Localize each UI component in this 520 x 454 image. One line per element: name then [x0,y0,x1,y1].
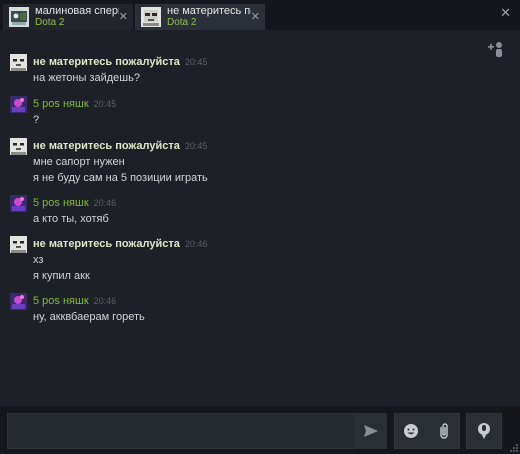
sender-name[interactable]: не материтесь пожалуйста [33,56,180,68]
window-close-button[interactable]: ✕ [500,5,511,21]
sender-name[interactable]: 5 pos няшк [33,295,89,307]
message-time: 20:45 [93,99,117,109]
sender-name[interactable]: не материтесь пожалуйста [33,238,180,250]
message-time: 20:46 [93,198,117,208]
user-avatar-icon [10,138,27,155]
composer-tools [394,413,460,449]
chat-message: не материтесь пожалуйста 20:45 на жетоны … [10,54,480,88]
chat-message: не материтесь пожалуйста 20:45 мне сапорт… [10,138,480,188]
chat-message: 5 pos няшк 20:46 ну, акквбаерам гореть [10,293,480,327]
tab-game: Dota 2 [35,17,65,28]
message-text: ? [33,114,40,126]
send-button[interactable] [355,413,387,449]
message-time: 20:46 [93,296,117,306]
emoticon-icon [404,424,418,438]
tab-game: Dota 2 [167,17,197,28]
tab-name: малиновая сперма [35,6,119,17]
user-avatar-icon [10,96,27,113]
chat-message: не материтесь пожалуйста 20:46 хз я купил… [10,236,480,286]
user-avatar-icon [10,236,27,253]
chat-message: 5 pos няшк 20:46 а кто ты, хотяб [10,195,480,229]
add-friend-icon[interactable] [487,40,505,60]
message-text: на жетоны зайдешь? [33,72,140,84]
tab-close-button[interactable]: ✕ [119,12,128,23]
emoticon-button[interactable] [395,414,427,448]
message-text: а кто ты, хотяб [33,213,109,225]
message-text: я не буду сам на 5 позиции играть [33,172,208,184]
attach-button[interactable] [428,414,460,448]
sender-name[interactable]: 5 pos няшк [33,98,89,110]
user-avatar-icon [10,54,27,71]
microphone-icon [478,423,490,439]
friend-avatar-icon [141,7,161,27]
voice-chat-button[interactable] [466,413,502,449]
paperclip-icon [440,423,448,439]
message-text: мне сапорт нужен [33,156,125,168]
user-avatar-icon [10,195,27,212]
sender-name[interactable]: 5 pos няшк [33,197,89,209]
chat-log: не материтесь пожалуйста 20:45 на жетоны … [0,30,520,406]
tab-close-button[interactable]: ✕ [251,12,260,23]
resize-grip-icon[interactable] [510,444,518,452]
chat-message: 5 pos няшк 20:45 ? [10,96,480,130]
tab-bar: малиновая сперма Dota 2 ✕ не материтесь … [0,0,520,30]
friend-avatar-icon [9,7,29,27]
composer-bar [0,406,520,454]
tab-chat-malinovaya[interactable]: малиновая сперма Dota 2 ✕ [3,4,133,30]
message-time: 20:45 [184,141,208,151]
send-icon [364,425,378,437]
message-time: 20:46 [184,239,208,249]
user-avatar-icon [10,293,27,310]
message-text: ну, акквбаерам гореть [33,311,145,323]
message-text: хз [33,254,44,266]
tab-name: не материтесь пож [167,6,251,17]
message-text: я купил акк [33,270,90,282]
message-input[interactable] [7,413,387,449]
sender-name[interactable]: не материтесь пожалуйста [33,140,180,152]
tab-chat-ne-materites[interactable]: не материтесь пож Dota 2 ✕ [135,4,265,30]
message-time: 20:45 [184,57,208,67]
